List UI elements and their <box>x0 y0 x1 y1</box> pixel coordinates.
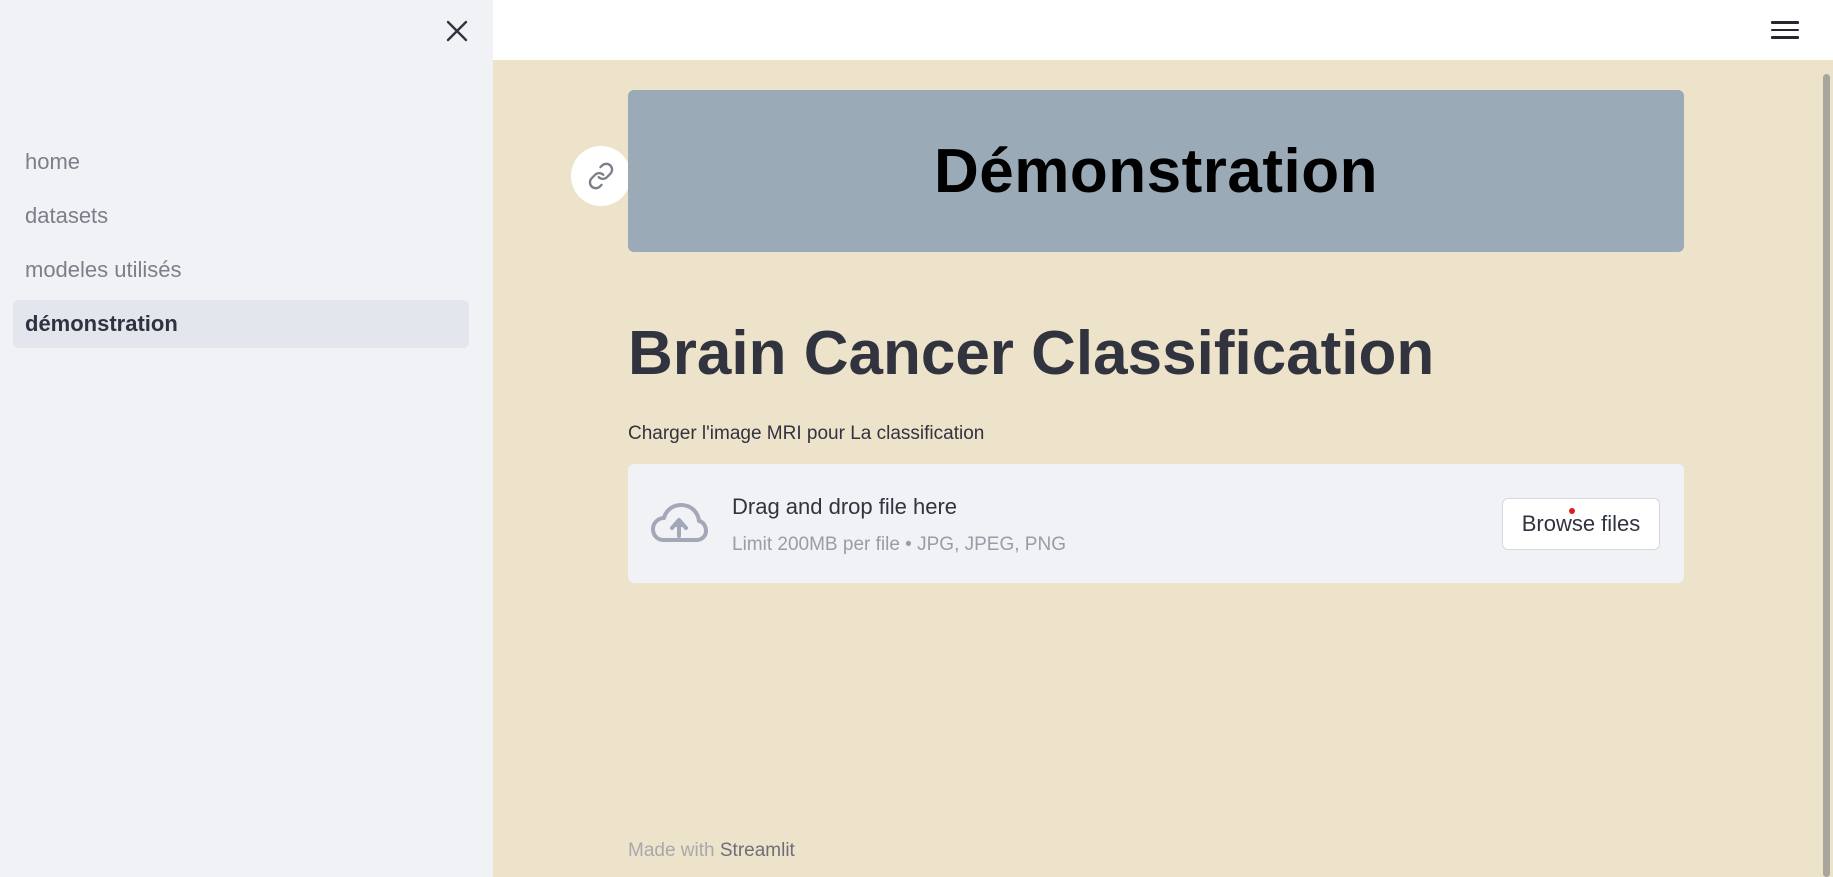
sidebar: home datasets modeles utilisés démonstra… <box>0 0 493 877</box>
sidebar-item-label: modeles utilisés <box>25 257 182 282</box>
sidebar-item-demonstration[interactable]: démonstration <box>13 300 469 348</box>
scrollbar[interactable] <box>1823 74 1830 877</box>
browse-files-button[interactable]: Browse files <box>1502 498 1660 550</box>
close-icon <box>446 20 468 42</box>
streamlit-link[interactable]: Streamlit <box>720 840 795 861</box>
sidebar-item-datasets[interactable]: datasets <box>13 192 469 240</box>
uploader-label: Charger l'image MRI pour La classificati… <box>628 423 985 444</box>
title-banner: Démonstration <box>628 90 1684 252</box>
dropzone-title: Drag and drop file here <box>732 494 958 519</box>
footer: Made with Streamlit <box>628 840 795 862</box>
sidebar-item-label: démonstration <box>25 311 178 336</box>
banner-title: Démonstration <box>934 136 1378 206</box>
cursor-indicator <box>1569 508 1575 514</box>
sidebar-item-label: home <box>25 149 81 174</box>
cloud-upload-icon <box>651 503 708 542</box>
dropzone-limits: Limit 200MB per file • JPG, JPEG, PNG <box>732 534 1066 555</box>
hamburger-menu-icon[interactable] <box>1771 16 1799 44</box>
file-dropzone[interactable]: Drag and drop file here Limit 200MB per … <box>628 464 1684 583</box>
footer-prefix: Made with <box>628 840 720 861</box>
sidebar-nav: home datasets modeles utilisés démonstra… <box>13 138 469 354</box>
link-icon <box>588 162 614 190</box>
sidebar-item-label: datasets <box>25 203 109 228</box>
sidebar-item-home[interactable]: home <box>13 138 469 186</box>
top-header <box>493 0 1833 60</box>
close-sidebar-button[interactable] <box>440 14 474 48</box>
page-title: Brain Cancer Classification <box>628 319 1435 388</box>
anchor-link-button[interactable] <box>571 146 631 206</box>
sidebar-item-modeles[interactable]: modeles utilisés <box>13 246 469 294</box>
